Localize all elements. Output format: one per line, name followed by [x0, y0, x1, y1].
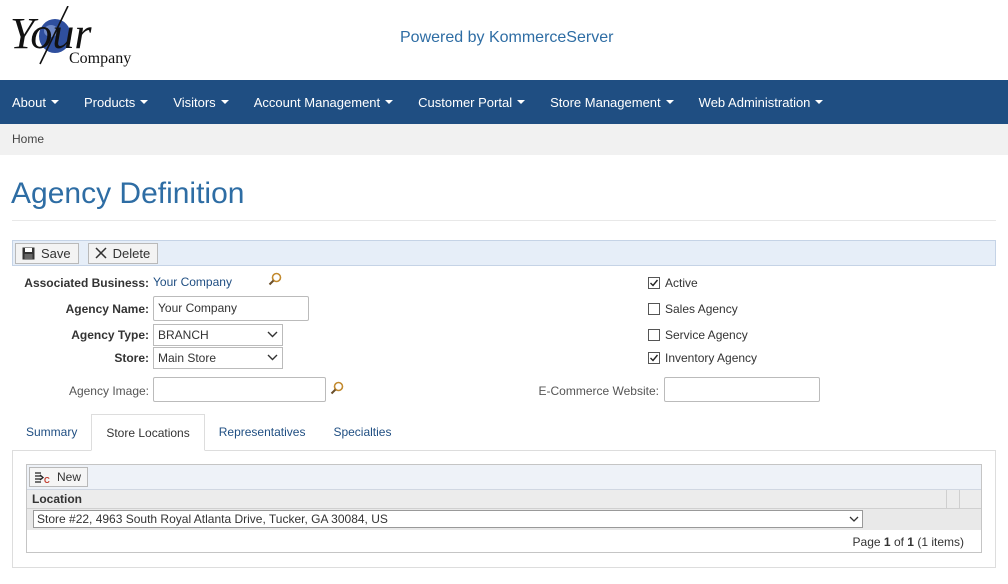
location-value: Store #22, 4963 South Royal Atlanta Driv…	[37, 512, 388, 526]
new-location-button[interactable]: C New	[29, 467, 89, 487]
service-agency-checkbox-row[interactable]: Service Agency	[648, 328, 748, 342]
chevron-down-icon	[267, 331, 278, 338]
store-locations-grid: C New Location Store #22, 4963 South Roy…	[26, 464, 982, 553]
service-agency-checkbox-label: Service Agency	[665, 328, 748, 342]
save-button-label: Save	[41, 245, 71, 261]
pager-total: 1	[907, 535, 914, 549]
nav-account-management-label: Account Management	[253, 94, 381, 110]
chevron-down-icon	[849, 516, 859, 522]
sales-agency-checkbox[interactable]	[648, 303, 660, 315]
inventory-agency-checkbox[interactable]	[648, 352, 660, 364]
nav-about[interactable]: About	[0, 80, 72, 124]
pager-prefix: Page	[852, 535, 881, 549]
site-header: Your Company Powered by KommerceServer	[0, 0, 1008, 80]
agency-name-input[interactable]: Your Company	[153, 296, 309, 321]
column-divider	[946, 490, 947, 509]
inventory-agency-checkbox-label: Inventory Agency	[665, 351, 758, 365]
chevron-down-icon	[267, 354, 278, 361]
tab-specialties[interactable]: Specialties	[319, 414, 405, 451]
active-checkbox[interactable]	[648, 277, 660, 289]
nav-visitors[interactable]: Visitors	[161, 80, 241, 124]
caret-down-icon	[50, 100, 59, 104]
tab-representatives[interactable]: Representatives	[205, 414, 320, 451]
nav-store-management[interactable]: Store Management	[538, 80, 687, 124]
tab-summary[interactable]: Summary	[12, 414, 91, 451]
location-select[interactable]: Store #22, 4963 South Royal Atlanta Driv…	[33, 510, 863, 528]
action-toolbar: Save Delete	[12, 240, 996, 266]
nav-account-management[interactable]: Account Management	[242, 80, 406, 124]
inventory-agency-checkbox-row[interactable]: Inventory Agency	[648, 351, 757, 365]
checkmark-icon	[650, 279, 659, 287]
new-button-label: New	[57, 470, 82, 484]
add-row-icon: C	[35, 471, 50, 484]
grid-header: Location	[27, 490, 981, 509]
caret-down-icon	[815, 100, 824, 104]
associated-business-link[interactable]: Your Company	[153, 275, 232, 289]
caret-down-icon	[665, 100, 674, 104]
associated-business-label: Associated Business:	[24, 276, 149, 290]
caret-down-icon	[517, 100, 526, 104]
nav-web-administration-label: Web Administration	[698, 94, 811, 110]
agency-type-label: Agency Type:	[71, 328, 149, 342]
tab-store-locations[interactable]: Store Locations	[91, 414, 205, 451]
caret-down-icon	[385, 100, 394, 104]
ecommerce-website-input[interactable]	[664, 377, 820, 402]
sales-agency-checkbox-label: Sales Agency	[665, 302, 738, 316]
main-navbar: About Products Visitors Account Manageme…	[0, 80, 1008, 124]
nav-products-label: Products	[83, 94, 136, 110]
page-title: Agency Definition	[11, 177, 245, 210]
store-select[interactable]: Main Store	[153, 347, 283, 369]
agency-type-select[interactable]: BRANCH	[153, 324, 283, 346]
sales-agency-checkbox-row[interactable]: Sales Agency	[648, 302, 738, 316]
logo-text-sub: Company	[69, 50, 131, 67]
breadcrumb: Home	[0, 124, 1008, 155]
floppy-disk-icon	[22, 247, 35, 259]
active-checkbox-row[interactable]: Active	[648, 276, 698, 290]
agency-name-label: Agency Name:	[65, 302, 149, 316]
breadcrumb-home[interactable]: Home	[12, 132, 44, 146]
delete-button[interactable]: Delete	[87, 242, 159, 264]
nav-customer-portal-label: Customer Portal	[418, 94, 513, 110]
ecommerce-website-label: E-Commerce Website:	[538, 384, 659, 398]
nav-customer-portal[interactable]: Customer Portal	[406, 80, 538, 124]
save-button[interactable]: Save	[15, 242, 79, 264]
title-divider	[12, 220, 996, 221]
grid-toolbar: C New	[27, 465, 981, 490]
tab-bar: Summary Store Locations Representatives …	[12, 414, 405, 451]
store-value: Main Store	[158, 351, 217, 365]
nav-about-label: About	[12, 94, 46, 110]
service-agency-checkbox[interactable]	[648, 329, 660, 341]
nav-web-administration[interactable]: Web Administration	[687, 80, 837, 124]
checkmark-icon	[650, 354, 659, 362]
grid-pager: Page 1 of 1 (1 items)	[853, 535, 964, 549]
delete-button-label: Delete	[112, 245, 151, 261]
svg-text:C: C	[44, 476, 50, 484]
caret-down-icon	[220, 100, 229, 104]
close-icon	[95, 247, 107, 259]
active-checkbox-label: Active	[665, 276, 698, 290]
search-icon[interactable]	[330, 381, 344, 395]
agency-image-input[interactable]	[153, 377, 326, 402]
agency-image-label: Agency Image:	[68, 384, 149, 398]
pager-current: 1	[883, 535, 891, 549]
table-row[interactable]: Store #22, 4963 South Royal Atlanta Driv…	[27, 509, 981, 530]
pager-of: of	[893, 535, 904, 549]
caret-down-icon	[140, 100, 149, 104]
agency-type-value: BRANCH	[158, 328, 209, 342]
nav-store-management-label: Store Management	[550, 94, 661, 110]
company-logo[interactable]: Your Company	[10, 6, 140, 70]
column-divider	[959, 490, 960, 509]
nav-products[interactable]: Products	[72, 80, 161, 124]
pager-items: (1 items)	[917, 535, 964, 549]
store-label: Store:	[114, 351, 149, 365]
nav-visitors-label: Visitors	[173, 94, 216, 110]
search-icon[interactable]	[268, 272, 282, 286]
powered-by-text: Powered by KommerceServer	[400, 29, 614, 46]
column-header-location[interactable]: Location	[32, 492, 82, 506]
